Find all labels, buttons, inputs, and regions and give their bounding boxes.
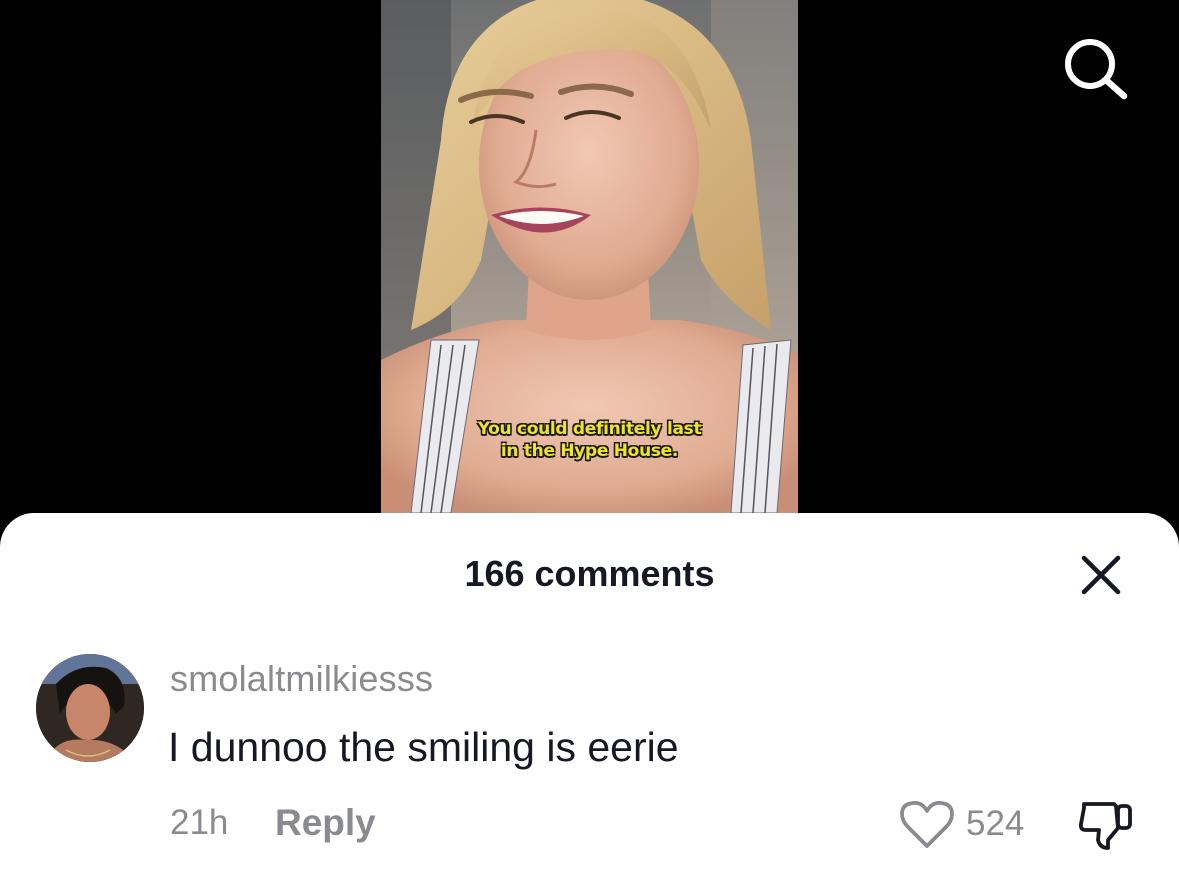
comment-timestamp: 21h bbox=[170, 803, 229, 842]
comment-username[interactable]: smolaltmilkiesss bbox=[170, 657, 433, 701]
thumbs-down-icon[interactable] bbox=[1078, 800, 1134, 852]
close-icon[interactable] bbox=[1078, 552, 1124, 598]
avatar[interactable] bbox=[36, 654, 144, 762]
reply-button[interactable]: Reply bbox=[275, 801, 376, 845]
caption-line-2: in the Hype House. bbox=[500, 441, 679, 461]
heart-outline-icon[interactable] bbox=[900, 800, 954, 850]
caption-line-1: You could definitely last bbox=[477, 419, 702, 439]
comment-text: I dunnoo the smiling is eerie bbox=[168, 724, 679, 770]
video-frame[interactable]: You could definitely last in the Hype Ho… bbox=[381, 0, 798, 513]
video-player[interactable]: You could definitely last in the Hype Ho… bbox=[0, 0, 1179, 540]
comments-count-title: 166 comments bbox=[464, 553, 715, 594]
like-count: 524 bbox=[966, 804, 1025, 843]
search-icon[interactable] bbox=[1058, 32, 1130, 104]
video-caption: You could definitely last in the Hype Ho… bbox=[381, 418, 798, 462]
